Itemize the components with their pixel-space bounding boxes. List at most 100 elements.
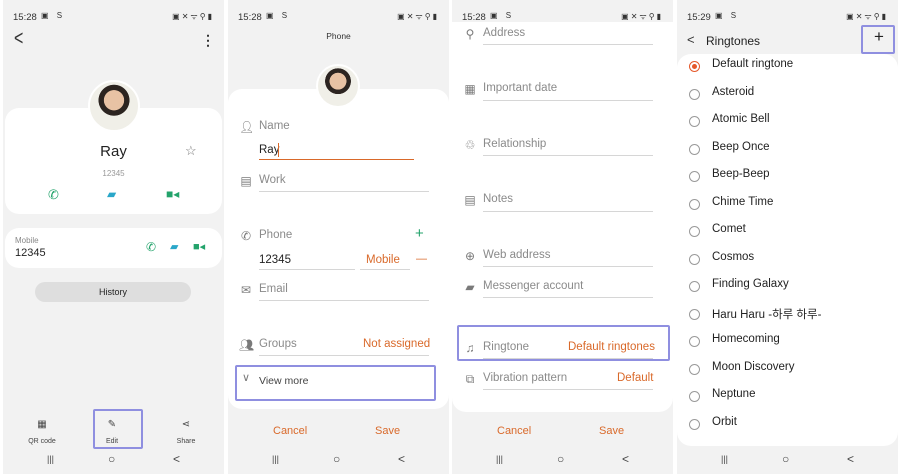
nav-back-icon[interactable]: < — [173, 452, 180, 466]
radio-button[interactable] — [689, 281, 700, 292]
radio-button[interactable] — [689, 198, 700, 210]
location-icon: ⚲ — [465, 27, 475, 41]
list-item[interactable]: Chime Time — [677, 192, 898, 220]
contact-photo[interactable] — [88, 80, 140, 132]
vibration-label: Vibration pattern — [483, 372, 568, 384]
call-icon[interactable]: ✆ — [48, 187, 59, 203]
navigation-bar: ||| ○ < — [228, 446, 449, 474]
list-item[interactable]: Comet — [677, 219, 898, 247]
ringtone-name: Default ringtone — [712, 58, 794, 70]
recents-icon[interactable]: ||| — [721, 454, 728, 464]
save-button[interactable]: Save — [599, 425, 624, 437]
storage-location-header[interactable]: Phone — [228, 31, 449, 41]
list-item[interactable]: Neptune — [677, 384, 898, 412]
radio-button[interactable] — [689, 418, 700, 430]
status-time: 15:29 — [687, 12, 711, 23]
radio-button[interactable] — [689, 253, 700, 265]
radio-button[interactable] — [689, 308, 700, 320]
radio-button[interactable] — [689, 391, 700, 402]
qr-code-icon: ▦ — [37, 419, 47, 430]
notes-icon: ▤ — [464, 193, 476, 207]
list-item[interactable]: Default ringtone — [677, 54, 898, 82]
remove-phone-icon[interactable]: — — [416, 253, 427, 265]
radio-button[interactable] — [689, 226, 700, 237]
home-icon[interactable]: ○ — [782, 452, 789, 466]
phone-underline — [259, 269, 355, 270]
list-item[interactable]: Atomic Bell — [677, 109, 898, 137]
email-label[interactable]: Email — [259, 283, 288, 295]
home-icon[interactable]: ○ — [333, 452, 340, 466]
list-item[interactable]: Orbit — [677, 412, 898, 440]
radio-button[interactable] — [689, 171, 700, 182]
more-options-icon[interactable]: ⋮ — [201, 32, 215, 49]
name-label: Name — [259, 120, 290, 132]
save-button[interactable]: Save — [375, 425, 400, 437]
recents-icon[interactable]: ||| — [272, 454, 279, 464]
list-item[interactable]: Asteroid — [677, 82, 898, 110]
important-date-label[interactable]: Important date — [483, 82, 557, 94]
groups-value[interactable]: Not assigned — [363, 338, 430, 350]
share-button[interactable]: ⋖ Share — [169, 419, 203, 448]
ringtone-list: Default ringtone Asteroid Atomic Bell Be… — [677, 54, 898, 444]
name-input[interactable]: Ray — [259, 144, 279, 156]
list-item[interactable]: Moon Discovery — [677, 357, 898, 385]
work-underline — [259, 191, 429, 192]
back-icon[interactable]: < — [687, 32, 695, 47]
address-label[interactable]: Address — [483, 27, 525, 39]
list-item[interactable]: Cosmos — [677, 247, 898, 275]
groups-icon: 👥︎ — [239, 338, 255, 352]
share-label: Share — [176, 438, 196, 445]
list-item[interactable]: Haru Haru -하루 하루- — [677, 302, 898, 330]
web-underline — [483, 266, 653, 267]
contact-photo[interactable] — [316, 64, 360, 108]
notes-label[interactable]: Notes — [483, 193, 513, 205]
web-address-label[interactable]: Web address — [483, 249, 551, 261]
phone-input[interactable]: 12345 — [259, 254, 291, 266]
work-label[interactable]: Work — [259, 174, 286, 186]
cancel-button[interactable]: Cancel — [273, 425, 307, 437]
phone-message-icon[interactable]: ▰ — [170, 240, 178, 253]
messenger-label[interactable]: Messenger account — [483, 280, 583, 292]
list-item[interactable]: Homecoming — [677, 329, 898, 357]
relationship-label[interactable]: Relationship — [483, 138, 546, 150]
status-left-icons: ▣ S — [490, 11, 515, 20]
phone-call-icon[interactable]: ✆ — [146, 240, 156, 254]
video-call-icon[interactable]: ■◂ — [166, 187, 179, 201]
status-time: 15:28 — [238, 12, 262, 23]
message-icon[interactable]: ▰ — [107, 187, 116, 201]
messenger-icon: ▰ — [465, 280, 475, 294]
favorite-star-icon[interactable]: ☆ — [185, 143, 197, 159]
radio-button[interactable] — [689, 116, 700, 127]
list-item[interactable]: Beep Once — [677, 137, 898, 165]
phone-video-icon[interactable]: ■◂ — [193, 240, 205, 253]
phone-icon: ✆ — [240, 229, 252, 243]
phone-number-value[interactable]: 12345 — [15, 247, 46, 259]
back-icon[interactable]: < — [14, 28, 23, 51]
vibration-icon: ⧉ — [465, 372, 475, 386]
nav-back-icon[interactable]: < — [398, 452, 405, 466]
radio-button[interactable] — [689, 61, 700, 72]
nav-back-icon[interactable]: < — [847, 452, 854, 466]
add-phone-icon[interactable]: + — [415, 225, 424, 242]
recents-icon[interactable]: ||| — [47, 454, 54, 464]
email-underline — [259, 300, 429, 301]
list-item[interactable]: Beep-Beep — [677, 164, 898, 192]
list-item[interactable]: Finding Galaxy — [677, 274, 898, 302]
status-time: 15:28 — [13, 12, 37, 23]
vibration-value[interactable]: Default — [617, 372, 653, 384]
messenger-underline — [483, 297, 653, 298]
recents-icon[interactable]: ||| — [496, 454, 503, 464]
radio-button[interactable] — [689, 88, 700, 100]
cancel-button[interactable]: Cancel — [497, 425, 531, 437]
phone-type-select[interactable]: Mobile — [366, 254, 400, 266]
nav-back-icon[interactable]: < — [622, 452, 629, 466]
home-icon[interactable]: ○ — [557, 452, 564, 466]
status-right-icons: ▣✕ᯤ⚲▮ — [846, 12, 888, 21]
radio-button[interactable] — [689, 336, 700, 347]
highlight-add — [861, 25, 895, 54]
history-button[interactable]: History — [35, 282, 191, 302]
home-icon[interactable]: ○ — [108, 452, 115, 466]
qr-code-button[interactable]: ▦ QR code — [25, 419, 59, 448]
radio-button[interactable] — [689, 143, 700, 155]
radio-button[interactable] — [689, 363, 700, 375]
